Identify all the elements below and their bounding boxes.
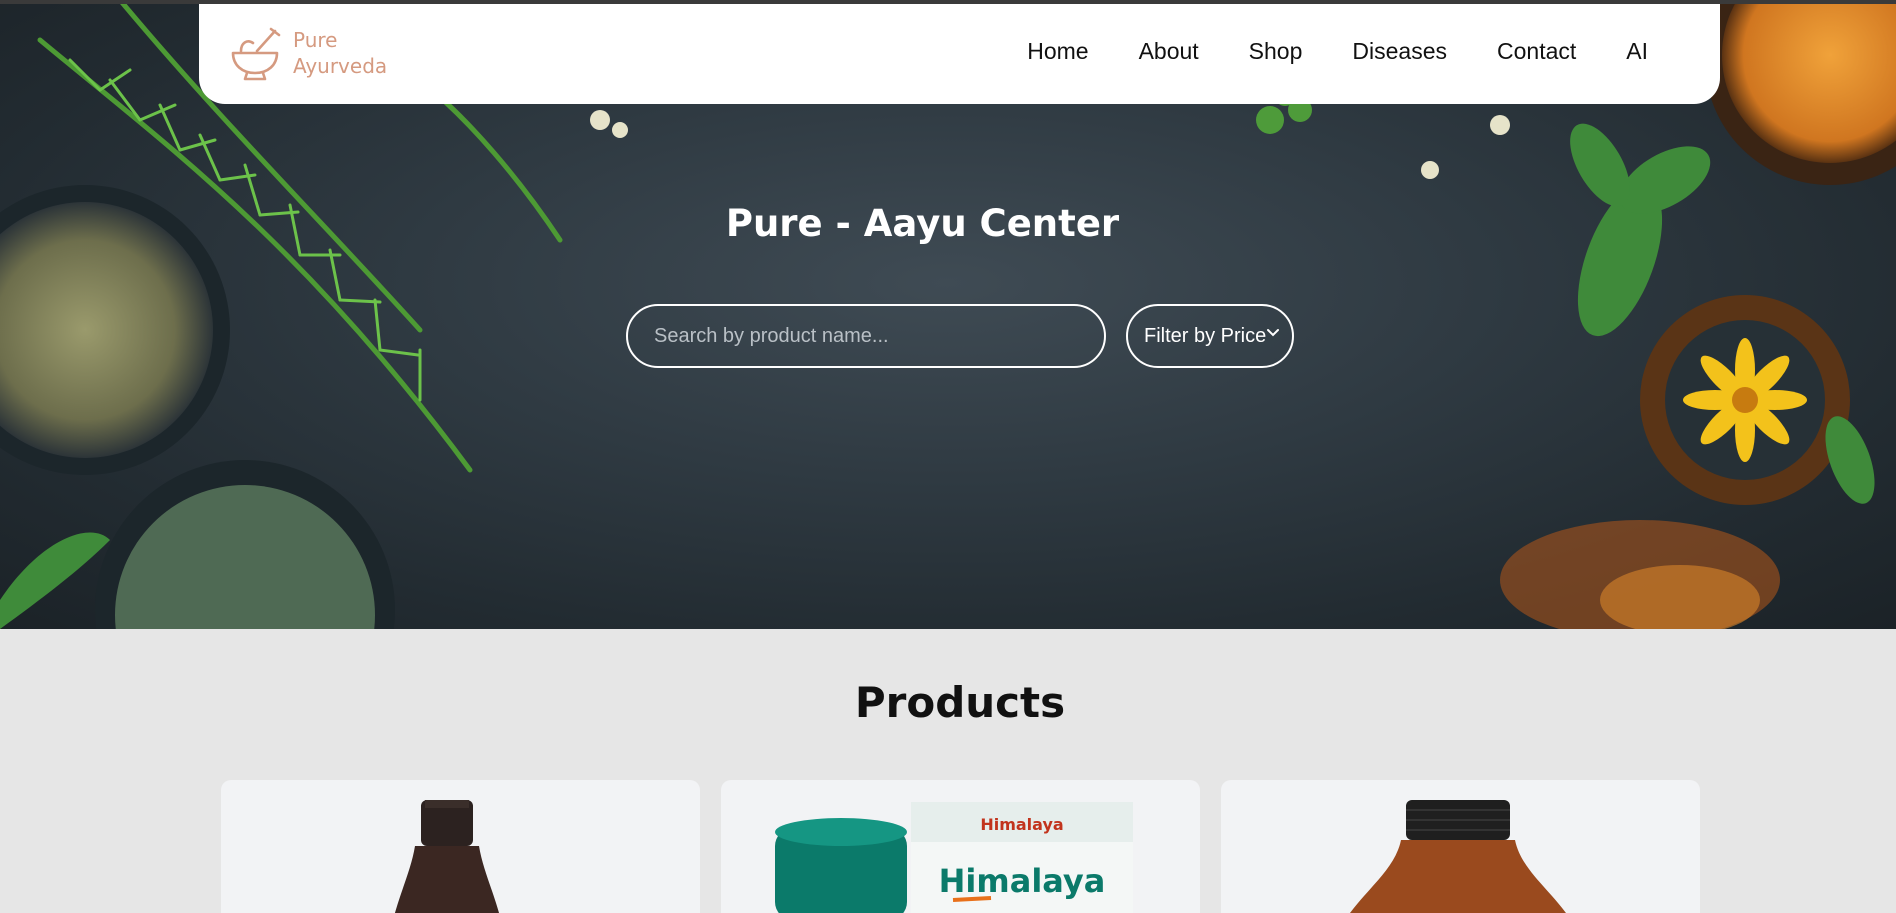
- nav-home[interactable]: Home: [1027, 34, 1088, 68]
- nav-contact[interactable]: Contact: [1497, 34, 1576, 68]
- product-card[interactable]: [221, 780, 700, 913]
- brand-name: Pure Ayurveda: [293, 27, 387, 79]
- dark-bottle-image: [394, 800, 500, 913]
- brand-logo[interactable]: Pure Ayurveda: [227, 22, 402, 84]
- brand-line-1: Pure: [293, 28, 338, 52]
- hero-title: Pure - Aayu Center: [725, 202, 1120, 245]
- price-filter-select[interactable]: Filter by Price: [1126, 304, 1294, 368]
- nav-diseases[interactable]: Diseases: [1352, 34, 1447, 68]
- himalaya-logo-text: Himalaya: [939, 862, 1106, 900]
- brand-line-2: Ayurveda: [293, 54, 388, 78]
- himalaya-ashvagandha-box-image: Himalaya Himalaya: [775, 802, 1133, 913]
- product-card[interactable]: Himalaya Himalaya: [721, 780, 1200, 913]
- svg-text:Himalaya: Himalaya: [980, 815, 1063, 834]
- price-filter-label: Filter by Price: [1144, 324, 1267, 347]
- nav-ai[interactable]: AI: [1626, 34, 1648, 68]
- chevron-down-icon: [1267, 329, 1279, 337]
- nav-about[interactable]: About: [1139, 34, 1199, 68]
- nav-shop[interactable]: Shop: [1249, 34, 1303, 68]
- products-section: Products Himalaya Himalaya: [0, 629, 1896, 913]
- search-input[interactable]: [626, 304, 1106, 368]
- amber-bottle-image: [1349, 800, 1567, 913]
- navbar: Pure Ayurveda Home About Shop Diseases C…: [199, 4, 1720, 104]
- product-card[interactable]: [1221, 780, 1700, 913]
- products-heading: Products: [854, 678, 1066, 727]
- mortar-pestle-icon: [231, 27, 281, 81]
- window-top-strip: [0, 0, 1896, 4]
- main-nav: Home About Shop Diseases Contact AI: [977, 34, 1648, 68]
